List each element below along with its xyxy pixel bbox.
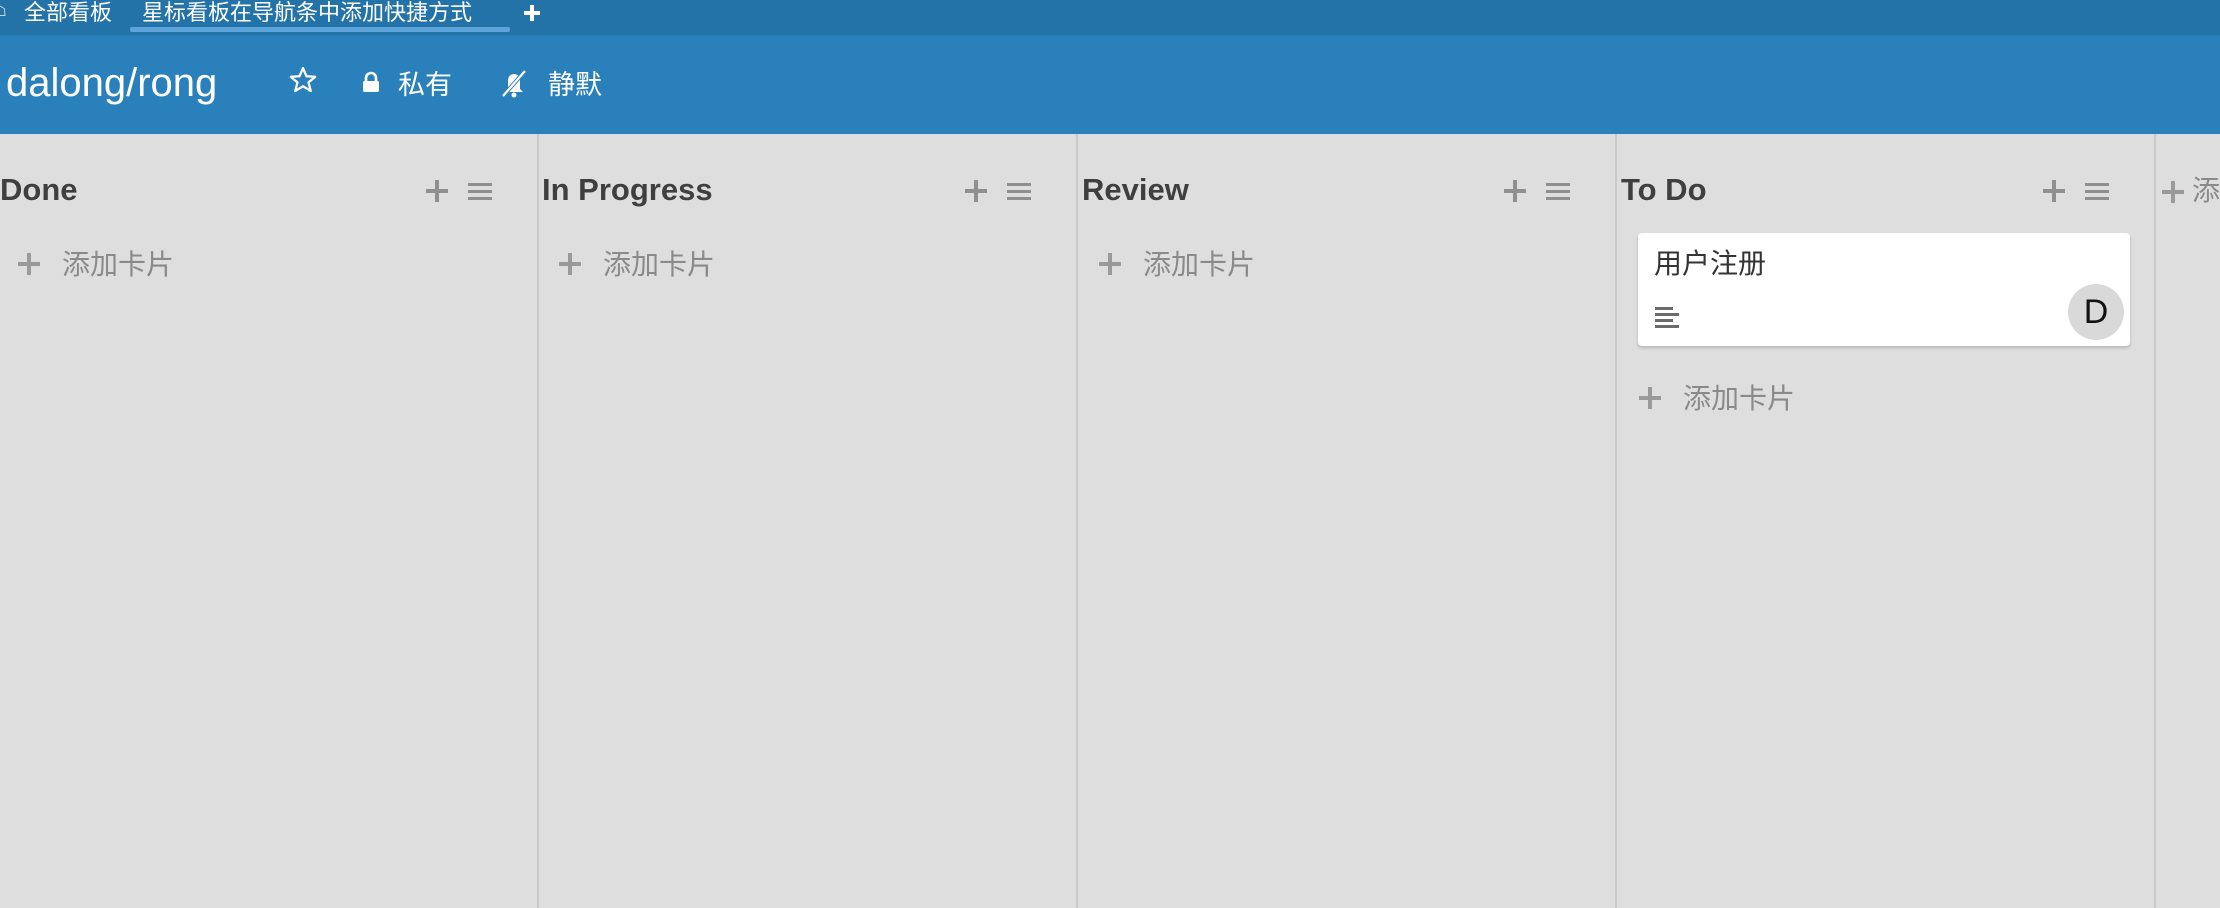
list-add-plus-icon[interactable] bbox=[1504, 180, 1526, 202]
plus-icon bbox=[1639, 387, 1661, 409]
plus-icon bbox=[1099, 253, 1121, 275]
board-title[interactable]: dalong/rong bbox=[6, 59, 217, 107]
list-add-plus-icon[interactable] bbox=[2043, 180, 2065, 202]
add-list-label: 添 bbox=[2192, 175, 2220, 206]
card-item[interactable]: 用户注册 D bbox=[1638, 233, 2130, 346]
add-card-label: 添加卡片 bbox=[62, 249, 175, 280]
list-title[interactable]: To Do bbox=[1621, 172, 1707, 208]
active-tab-indicator bbox=[130, 27, 510, 32]
home-icon[interactable]: ☖ bbox=[0, 4, 8, 18]
card-title: 用户注册 bbox=[1654, 248, 1767, 279]
add-tab-plus-icon[interactable] bbox=[518, 0, 544, 26]
description-icon bbox=[1655, 307, 1679, 328]
mute-label[interactable]: 静默 bbox=[548, 69, 602, 101]
tab-all-boards[interactable]: 全部看板 bbox=[24, 0, 112, 35]
avatar[interactable]: D bbox=[2068, 284, 2124, 340]
tab-bar: ☖ 全部看板 星标看板在导航条中添加快捷方式 bbox=[0, 0, 2220, 35]
plus-icon bbox=[2162, 181, 2184, 203]
privacy-label[interactable]: 私有 bbox=[398, 69, 452, 101]
lock-icon[interactable] bbox=[360, 71, 382, 93]
list-title[interactable]: In Progress bbox=[542, 172, 713, 208]
list-menu-icon[interactable] bbox=[1546, 182, 1570, 202]
plus-icon bbox=[559, 253, 581, 275]
list-menu-icon[interactable] bbox=[468, 182, 492, 202]
list-menu-icon[interactable] bbox=[2085, 182, 2109, 202]
list-review: Review 添加卡片 bbox=[1078, 134, 1617, 908]
list-in-progress: In Progress 添加卡片 bbox=[539, 134, 1078, 908]
plus-icon bbox=[18, 253, 40, 275]
mute-icon[interactable] bbox=[498, 67, 530, 99]
list-menu-icon[interactable] bbox=[1007, 182, 1031, 202]
list-title[interactable]: Done bbox=[0, 172, 78, 208]
list-add-plus-icon[interactable] bbox=[426, 180, 448, 202]
list-add-plus-icon[interactable] bbox=[965, 180, 987, 202]
list-done: Done 添加卡片 bbox=[0, 134, 539, 908]
add-card-label: 添加卡片 bbox=[1143, 249, 1256, 280]
star-icon[interactable] bbox=[288, 65, 318, 95]
board-header: dalong/rong 私有 静默 bbox=[0, 35, 2220, 134]
add-card-label: 添加卡片 bbox=[1683, 383, 1796, 414]
list-title[interactable]: Review bbox=[1082, 172, 1189, 208]
list-to-do: To Do 用户注册 D 添加卡片 bbox=[1617, 134, 2156, 908]
add-card-label: 添加卡片 bbox=[603, 249, 716, 280]
